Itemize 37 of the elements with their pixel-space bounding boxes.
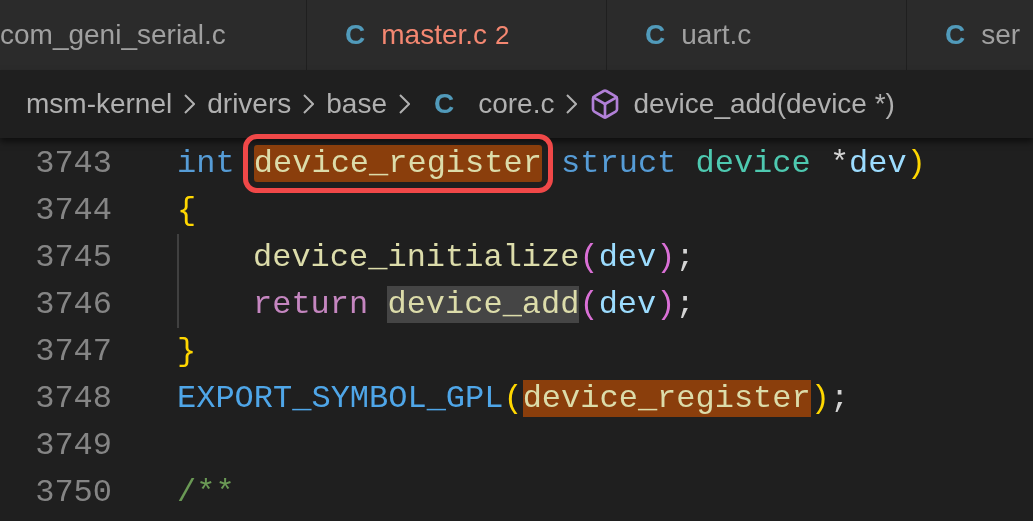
breadcrumb-item[interactable]: drivers bbox=[207, 83, 292, 125]
line-number: 3745 bbox=[34, 237, 112, 278]
editor-tab[interactable]: com_geni_serial.c bbox=[0, 0, 307, 70]
breadcrumb-item[interactable]: base bbox=[326, 83, 387, 125]
editor-tab[interactable]: C ser bbox=[907, 0, 1033, 70]
code-line: device_initialize(dev); bbox=[253, 237, 695, 278]
code-line: { bbox=[177, 190, 197, 231]
breadcrumb-item[interactable]: msm-kernel bbox=[26, 83, 173, 125]
c-file-icon: C bbox=[645, 14, 666, 56]
code-line: EXPORT_SYMBOL_GPL(device_register); bbox=[177, 378, 850, 419]
breadcrumb-item[interactable]: core.c bbox=[478, 83, 555, 125]
chevron-icon bbox=[566, 94, 578, 114]
tab-label: master.c bbox=[381, 18, 488, 52]
line-number: 3750 bbox=[34, 472, 112, 513]
line-number: 3748 bbox=[34, 378, 112, 419]
tab-label: com_geni_serial.c bbox=[0, 18, 226, 52]
line-number: 3744 bbox=[34, 190, 112, 231]
editor-tab[interactable]: C master.c 2 bbox=[307, 0, 607, 70]
breadcrumb-item[interactable]: device_add(device *) bbox=[633, 83, 895, 125]
c-file-icon: C bbox=[433, 83, 455, 125]
code-line: int device_register struct device *dev) bbox=[177, 143, 926, 184]
c-file-icon: C bbox=[945, 14, 966, 56]
line-number: 3746 bbox=[34, 284, 112, 325]
chevron-icon bbox=[184, 94, 196, 114]
tab-label: ser bbox=[981, 18, 1021, 52]
line-number: 3743 bbox=[34, 143, 112, 184]
line-number: 3749 bbox=[34, 425, 112, 466]
tab-label: uart.c bbox=[681, 18, 752, 52]
code-line: } bbox=[177, 331, 197, 372]
editor-tab[interactable]: C uart.c bbox=[607, 0, 907, 70]
c-file-icon: C bbox=[345, 14, 366, 56]
code-line: /** bbox=[177, 472, 235, 513]
code-line: return device_add(dev); bbox=[253, 284, 695, 325]
line-number: 3747 bbox=[34, 331, 112, 372]
chevron-icon bbox=[303, 94, 315, 114]
chevron-icon bbox=[398, 94, 410, 114]
problem-count: 2 bbox=[495, 18, 510, 52]
